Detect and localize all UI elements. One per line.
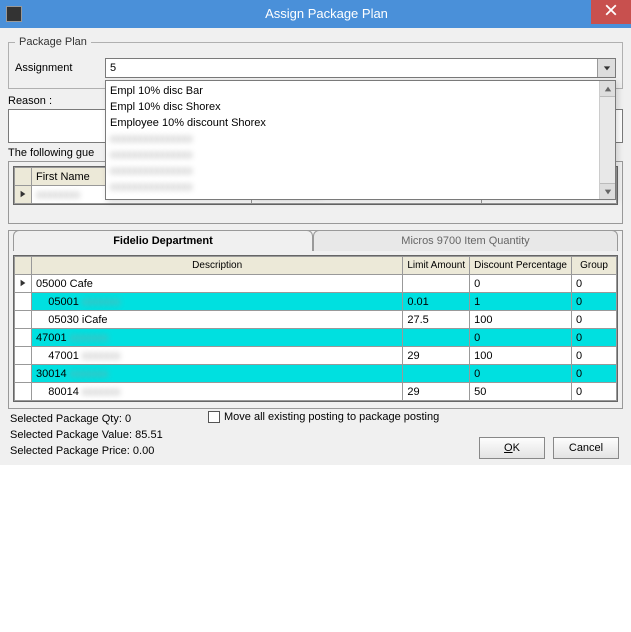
row-marker-icon: [15, 293, 32, 311]
cell-description[interactable]: 05000 Cafe: [32, 275, 403, 293]
qty-value: 0: [125, 413, 131, 425]
row-header: [15, 168, 32, 186]
department-table[interactable]: Description Limit Amount Discount Percen…: [14, 256, 617, 401]
cell-group[interactable]: 0: [572, 347, 617, 365]
tab-micros-item-qty[interactable]: Micros 9700 Item Quantity: [313, 230, 618, 251]
dropdown-item-blurred[interactable]: xxxxxxxxxxxxxxx: [110, 163, 595, 179]
cell-limit[interactable]: 0.01: [403, 293, 470, 311]
table-row[interactable]: 05000 Cafe 00: [15, 275, 617, 293]
scroll-up-icon[interactable]: [600, 81, 615, 97]
price-label: Selected Package Price:: [10, 445, 130, 457]
table-row[interactable]: 47001 xxxxxxx291000: [15, 347, 617, 365]
dropdown-item[interactable]: Empl 10% disc Bar: [110, 83, 595, 99]
assignment-dropdown-arrow[interactable]: [597, 59, 615, 77]
value-label: Selected Package Value:: [10, 429, 132, 441]
price-value: 0.00: [133, 445, 154, 457]
row-marker-icon: [15, 347, 32, 365]
cell-group[interactable]: 0: [572, 275, 617, 293]
dropdown-item-blurred[interactable]: xxxxxxxxxxxxxxx: [110, 131, 595, 147]
tab-fidelio-department[interactable]: Fidelio Department: [13, 230, 313, 251]
dropdown-item-blurred[interactable]: xxxxxxxxxxxxxxx: [110, 179, 595, 195]
assignment-dropdown-list[interactable]: Empl 10% disc Bar Empl 10% disc Shorex E…: [105, 80, 616, 200]
footer-bar: Selected Package Qty: 0 Selected Package…: [8, 409, 623, 461]
row-marker-icon: [15, 311, 32, 329]
cell-group[interactable]: 0: [572, 383, 617, 401]
title-bar: Assign Package Plan: [0, 0, 631, 28]
row-header: [15, 257, 32, 275]
cell-limit[interactable]: 29: [403, 347, 470, 365]
cell-limit[interactable]: 29: [403, 383, 470, 401]
scroll-down-icon[interactable]: [600, 183, 615, 199]
cell-disc[interactable]: 0: [470, 275, 572, 293]
move-posting-label: Move all existing posting to package pos…: [224, 411, 439, 423]
package-plan-legend: Package Plan: [15, 36, 91, 48]
app-icon: [6, 6, 22, 22]
cell-description[interactable]: 47001 xxxxxxx: [32, 329, 403, 347]
cell-disc[interactable]: 0: [470, 365, 572, 383]
cell-limit[interactable]: [403, 275, 470, 293]
dropdown-item-blurred[interactable]: xxxxxxxxxxxxxxx: [110, 147, 595, 163]
assignment-input[interactable]: [106, 59, 597, 77]
move-posting-checkbox[interactable]: [208, 411, 220, 423]
col-description[interactable]: Description: [32, 257, 403, 275]
value-value: 85.51: [135, 429, 163, 441]
cell-limit[interactable]: [403, 365, 470, 383]
cell-disc[interactable]: 100: [470, 311, 572, 329]
row-marker-icon: [15, 329, 32, 347]
row-marker-icon: [15, 275, 32, 293]
cell-description[interactable]: 80014 xxxxxxx: [32, 383, 403, 401]
cell-description[interactable]: 05001 xxxxxxx: [32, 293, 403, 311]
cell-disc[interactable]: 100: [470, 347, 572, 365]
qty-label: Selected Package Qty:: [10, 413, 122, 425]
cell-group[interactable]: 0: [572, 293, 617, 311]
table-row[interactable]: 05001 xxxxxxx0.0110: [15, 293, 617, 311]
cell-limit[interactable]: 27.5: [403, 311, 470, 329]
cell-disc[interactable]: 0: [470, 329, 572, 347]
window-title: Assign Package Plan: [22, 0, 631, 28]
assignment-combobox[interactable]: [105, 58, 616, 78]
cell-limit[interactable]: [403, 329, 470, 347]
dropdown-item[interactable]: Employee 10% discount Shorex: [110, 115, 595, 131]
cell-description[interactable]: 05030 iCafe: [32, 311, 403, 329]
cancel-button[interactable]: Cancel: [553, 437, 619, 459]
dropdown-scrollbar[interactable]: [599, 81, 615, 199]
ok-button[interactable]: OK: [479, 437, 545, 459]
row-marker-icon: [15, 383, 32, 401]
table-row[interactable]: 30014 xxxxxxx 00: [15, 365, 617, 383]
tab-container: Fidelio Department Micros 9700 Item Quan…: [8, 230, 623, 409]
cell-group[interactable]: 0: [572, 365, 617, 383]
cell-description[interactable]: 47001 xxxxxxx: [32, 347, 403, 365]
close-button[interactable]: [591, 0, 631, 24]
cell-description[interactable]: 30014 xxxxxxx: [32, 365, 403, 383]
cell-disc[interactable]: 50: [470, 383, 572, 401]
table-row[interactable]: 47001 xxxxxxx 00: [15, 329, 617, 347]
row-marker-icon: [15, 186, 32, 204]
table-row[interactable]: 05030 iCafe 27.51000: [15, 311, 617, 329]
package-plan-group: Package Plan Assignment Empl 10% disc Ba…: [8, 36, 623, 89]
row-marker-icon: [15, 365, 32, 383]
assignment-label: Assignment: [15, 62, 105, 74]
col-limit-amount[interactable]: Limit Amount: [403, 257, 470, 275]
dropdown-item[interactable]: Empl 10% disc Shorex: [110, 99, 595, 115]
col-discount-percentage[interactable]: Discount Percentage: [470, 257, 572, 275]
cell-group[interactable]: 0: [572, 311, 617, 329]
col-group[interactable]: Group: [572, 257, 617, 275]
cell-group[interactable]: 0: [572, 329, 617, 347]
table-row[interactable]: 80014 xxxxxxx29500: [15, 383, 617, 401]
cell-disc[interactable]: 1: [470, 293, 572, 311]
